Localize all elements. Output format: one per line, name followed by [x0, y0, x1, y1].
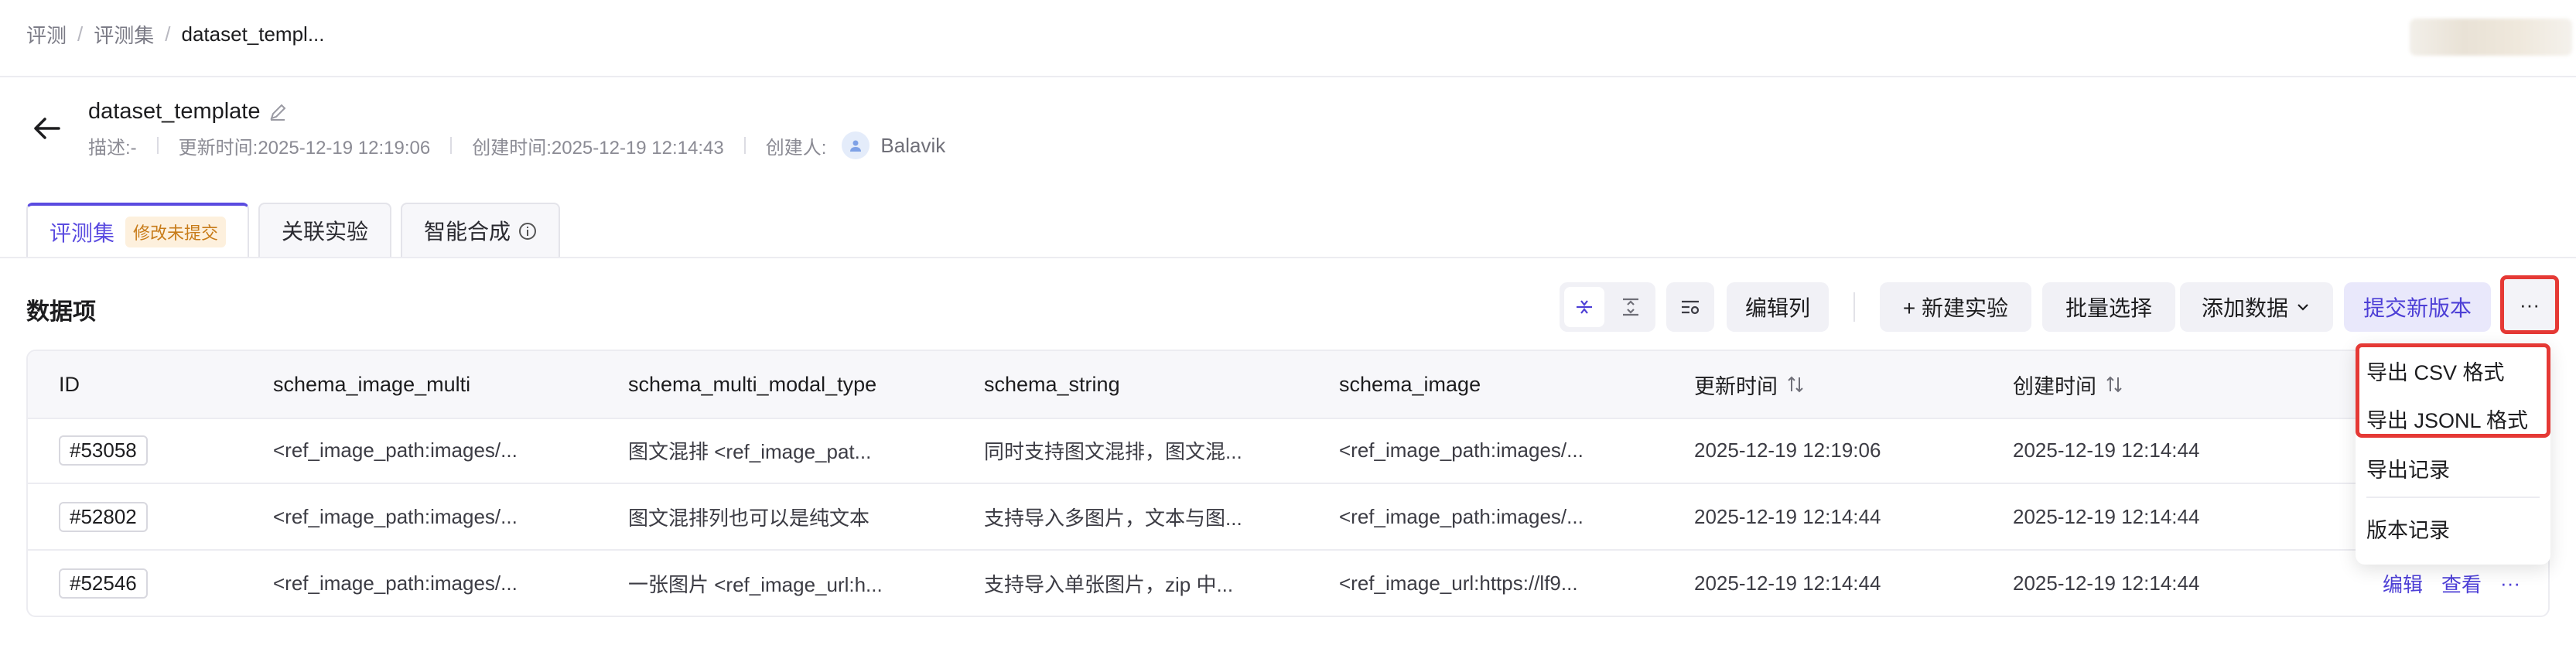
- created-cell: 2025-12-19 12:14:44: [2013, 438, 2200, 462]
- tab-smart-synthesis[interactable]: 智能合成: [401, 203, 561, 257]
- compact-rows-icon[interactable]: [1564, 287, 1604, 327]
- divider: [743, 137, 746, 154]
- menu-item-export-csv[interactable]: 导出 CSV 格式: [2366, 356, 2505, 386]
- menu-item-version-history[interactable]: 版本记录: [2366, 514, 2450, 544]
- table-cell: 图文混排列也可以是纯文本: [628, 506, 870, 530]
- column-header: schema_string: [984, 372, 1120, 396]
- tab-label: 关联实验: [282, 220, 369, 244]
- back-arrow-icon[interactable]: [31, 113, 62, 144]
- table-row[interactable]: #52546 <ref_image_path:images/... 一张图片 <…: [28, 551, 2548, 616]
- menu-item-export-jsonl[interactable]: 导出 JSONL 格式: [2366, 404, 2528, 434]
- table-cell: 图文混排 <ref_image_pat...: [628, 439, 872, 463]
- table-header: ID schema_image_multi schema_multi_modal…: [28, 351, 2548, 419]
- add-data-button[interactable]: 添加数据: [2180, 282, 2333, 332]
- id-cell: #52802: [59, 484, 148, 549]
- toolbar-divider: [1853, 292, 1855, 322]
- new-experiment-button[interactable]: + 新建实验: [1880, 282, 2031, 332]
- section-title: 数据项: [26, 299, 96, 325]
- column-header-label: 更新时间: [1694, 374, 1778, 398]
- meta-info: 描述:- 更新时间:2025-12-19 12:19:06 创建时间:2025-…: [88, 131, 945, 159]
- breadcrumb-item-eval[interactable]: 评测: [26, 20, 67, 49]
- more-button[interactable]: ···: [2500, 275, 2559, 334]
- title-row: dataset_template: [88, 99, 288, 125]
- created-time: 创建时间:2025-12-19 12:14:43: [472, 137, 724, 159]
- column-header-updated[interactable]: 更新时间: [1694, 351, 1806, 418]
- sort-icon: [1788, 376, 1803, 393]
- tab-bar: 评测集 修改未提交 关联实验 智能合成: [26, 203, 569, 258]
- updated-cell: 2025-12-19 12:19:06: [1694, 438, 1881, 462]
- creator-label: 创建人:: [765, 137, 827, 159]
- tab-divider: [0, 257, 2576, 258]
- chevron-down-icon: [2298, 304, 2308, 311]
- table-cell: 支持导入多图片，文本与图...: [984, 506, 1242, 530]
- updated-cell: 2025-12-19 12:14:44: [1694, 571, 1881, 595]
- created-cell: 2025-12-19 12:14:44: [2013, 571, 2200, 595]
- column-header-id: ID: [59, 372, 80, 396]
- breadcrumb: 评测 / 评测集 / dataset_templ...: [26, 20, 325, 49]
- description: 描述:-: [88, 137, 137, 159]
- table-cell: 一张图片 <ref_image_url:h...: [628, 572, 883, 596]
- breadcrumb-item-evalset[interactable]: 评测集: [94, 20, 154, 49]
- info-icon[interactable]: [518, 221, 537, 240]
- table-cell: <ref_image_path:images/...: [273, 504, 518, 528]
- id-tag[interactable]: #52802: [59, 501, 148, 532]
- expand-rows-icon[interactable]: [1611, 287, 1651, 327]
- row-density-toggle: [1560, 282, 1655, 332]
- edit-row-link[interactable]: 编辑: [2383, 569, 2423, 598]
- table-cell: <ref_image_path:images/...: [1339, 438, 1584, 462]
- divider: [450, 137, 453, 154]
- id-tag[interactable]: #52546: [59, 568, 148, 599]
- creator-name: Balavik: [880, 133, 946, 157]
- page-title: dataset_template: [88, 99, 261, 124]
- table-row[interactable]: #53058 <ref_image_path:images/... 图文混排 <…: [28, 418, 2548, 484]
- column-header: schema_image_multi: [273, 372, 471, 396]
- breadcrumb-separator: /: [165, 22, 171, 46]
- more-dropdown-menu: 导出 CSV 格式 导出 JSONL 格式 导出记录 版本记录: [2356, 343, 2550, 565]
- sort-icon: [2106, 376, 2122, 393]
- id-cell: #52546: [59, 551, 148, 616]
- status-badge: 修改未提交: [125, 217, 227, 247]
- tab-label: 智能合成: [424, 220, 511, 244]
- user-menu-blurred[interactable]: [2410, 19, 2572, 56]
- column-filter-button[interactable]: [1666, 282, 1714, 332]
- table-cell: <ref_image_path:images/...: [273, 571, 518, 595]
- row-more-icon[interactable]: ···: [2500, 572, 2520, 595]
- batch-select-button[interactable]: 批量选择: [2042, 282, 2175, 332]
- pencil-icon[interactable]: [268, 102, 288, 122]
- table-cell: <ref_image_url:https://lf9...: [1339, 571, 1578, 595]
- column-header-label: 创建时间: [2013, 374, 2096, 398]
- edit-columns-button[interactable]: 编辑列: [1727, 282, 1829, 332]
- tab-evalset[interactable]: 评测集 修改未提交: [26, 203, 250, 258]
- table-cell: <ref_image_path:images/...: [273, 438, 518, 462]
- more-icon: ···: [2520, 292, 2540, 316]
- id-cell: #53058: [59, 418, 148, 483]
- data-table: ID schema_image_multi schema_multi_modal…: [26, 350, 2550, 617]
- updated-cell: 2025-12-19 12:14:44: [1694, 504, 1881, 528]
- updated-time: 更新时间:2025-12-19 12:19:06: [178, 137, 431, 159]
- submit-version-button[interactable]: 提交新版本: [2344, 282, 2491, 332]
- breadcrumb-separator: /: [77, 22, 84, 46]
- view-row-link[interactable]: 查看: [2441, 569, 2482, 598]
- menu-item-export-history[interactable]: 导出记录: [2366, 453, 2450, 483]
- table-cell: 支持导入单张图片，zip 中...: [984, 572, 1234, 596]
- id-tag[interactable]: #53058: [59, 435, 148, 466]
- table-row[interactable]: #52802 <ref_image_path:images/... 图文混排列也…: [28, 484, 2548, 551]
- table-cell: 同时支持图文混排，图文混...: [984, 439, 1242, 463]
- breadcrumb-item-current: dataset_templ...: [181, 22, 325, 46]
- menu-divider: [2366, 496, 2540, 498]
- created-cell: 2025-12-19 12:14:44: [2013, 504, 2200, 528]
- column-header: schema_multi_modal_type: [628, 372, 877, 396]
- avatar: [842, 131, 870, 159]
- add-data-label: 添加数据: [2201, 296, 2288, 320]
- top-bar: 评测 / 评测集 / dataset_templ...: [0, 0, 2576, 77]
- table-cell: <ref_image_path:images/...: [1339, 504, 1584, 528]
- filter-list-icon: [1682, 300, 1700, 315]
- column-header: schema_image: [1339, 372, 1481, 396]
- tab-label: 评测集: [50, 221, 115, 245]
- column-header-created[interactable]: 创建时间: [2013, 351, 2124, 418]
- divider: [156, 137, 159, 154]
- tab-related-experiments[interactable]: 关联实验: [258, 203, 392, 257]
